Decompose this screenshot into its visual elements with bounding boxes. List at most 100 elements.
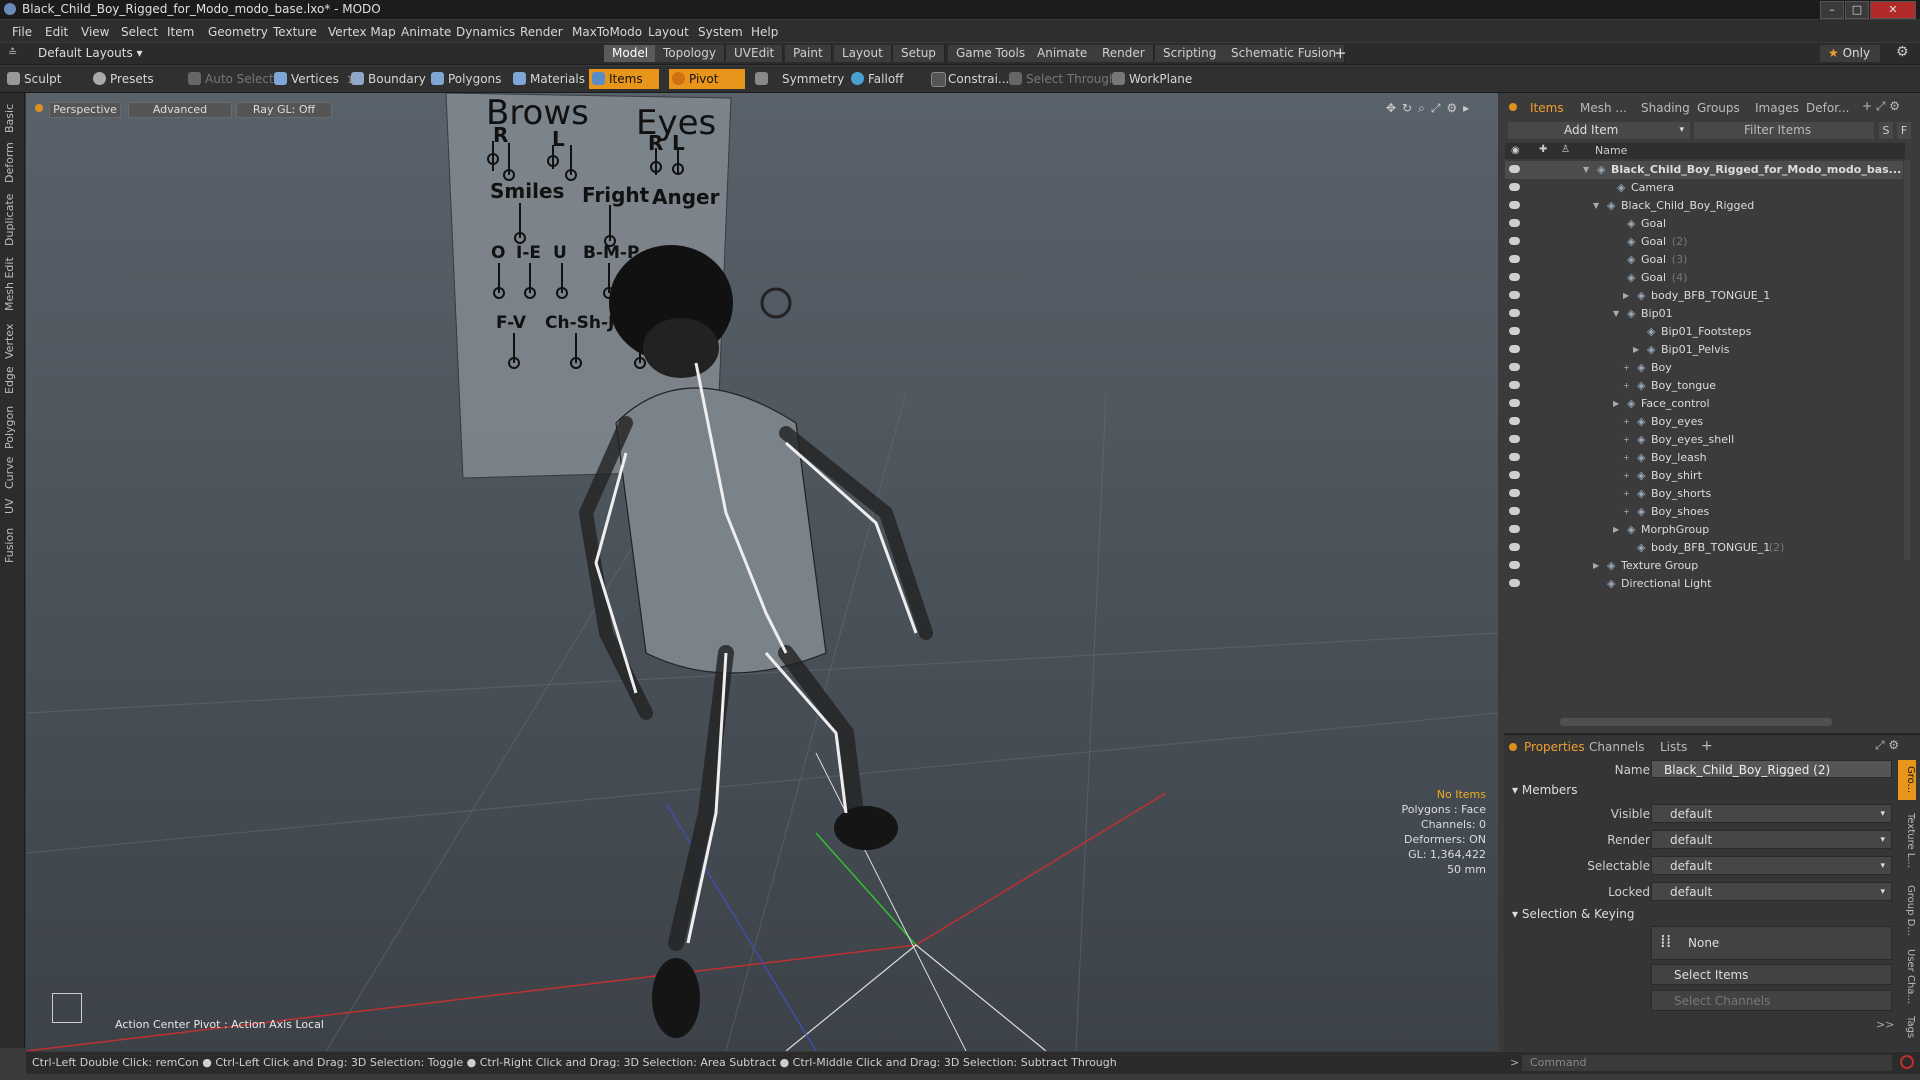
- 3d-viewport[interactable]: Brows Eyes R L R L Smiles Fright Anger O…: [26, 93, 1498, 1051]
- expand-arrow-icon[interactable]: +: [1623, 467, 1630, 485]
- auto-select-button[interactable]: Auto Select: [185, 69, 280, 89]
- eye-icon[interactable]: [1509, 363, 1520, 371]
- left-tab-uv[interactable]: UV: [3, 496, 19, 516]
- tree-row[interactable]: ▶ ◈ MorphGroup: [1505, 521, 1903, 539]
- polygons-button[interactable]: Polygons: [428, 69, 507, 89]
- minimize-icon[interactable]: –: [1820, 1, 1844, 19]
- tree-row[interactable]: ◈ body_BFB_TONGUE_1 (2): [1505, 539, 1903, 557]
- expand-arrow-icon[interactable]: ▼: [1593, 197, 1599, 215]
- left-tab-duplicate[interactable]: Duplicate: [3, 193, 19, 247]
- tab-schematic-fusion[interactable]: Schematic Fusion: [1223, 45, 1346, 62]
- menu-geometry[interactable]: Geometry: [208, 25, 268, 39]
- tree-row[interactable]: ▼ ◈ Black_Child_Boy_Rigged: [1505, 197, 1903, 215]
- tab-deformers[interactable]: Defor...: [1806, 101, 1849, 115]
- falloff-button[interactable]: Falloff: [848, 69, 909, 89]
- sculpt-button[interactable]: Sculpt: [4, 69, 67, 89]
- tree-row[interactable]: ◈ Goal (3): [1505, 251, 1903, 269]
- eye-icon[interactable]: [1509, 273, 1520, 281]
- side-tab-group[interactable]: Gro...: [1898, 760, 1916, 800]
- eye-icon[interactable]: [1509, 561, 1520, 569]
- presets-button[interactable]: Presets: [90, 69, 160, 89]
- render-dropdown[interactable]: default ▾: [1651, 830, 1892, 849]
- selectable-dropdown[interactable]: default ▾: [1651, 856, 1892, 875]
- left-tab-basic[interactable]: Basic: [3, 103, 19, 133]
- eye-icon[interactable]: [1509, 507, 1520, 515]
- menu-animate[interactable]: Animate: [401, 25, 451, 39]
- expand-arrow-icon[interactable]: ▶: [1593, 557, 1599, 575]
- only-toggle[interactable]: ★ Only: [1820, 45, 1880, 62]
- eye-icon[interactable]: [1509, 525, 1520, 533]
- select-channels-button[interactable]: Select Channels: [1651, 990, 1892, 1011]
- tree-row[interactable]: + ◈ Boy_eyes: [1505, 413, 1903, 431]
- tab-topology[interactable]: Topology: [655, 45, 725, 62]
- close-icon[interactable]: ✕: [1870, 1, 1916, 19]
- eye-icon[interactable]: [1509, 309, 1520, 317]
- tree-row[interactable]: + ◈ Boy_shoes: [1505, 503, 1903, 521]
- menu-help[interactable]: Help: [751, 25, 778, 39]
- left-tab-vertex[interactable]: Vertex: [3, 321, 19, 361]
- constraints-button[interactable]: Constrai...: [928, 69, 1015, 89]
- tab-layout[interactable]: Layout: [834, 45, 892, 62]
- tree-row[interactable]: ▶ ◈ Face_control: [1505, 395, 1903, 413]
- name-field[interactable]: Black_Child_Boy_Rigged (2): [1651, 760, 1892, 778]
- expand-arrow-icon[interactable]: +: [1623, 359, 1630, 377]
- viewport-nav-icons[interactable]: ✥↻⌕⤢⚙▸: [1386, 101, 1475, 116]
- raygl-dropdown[interactable]: Ray GL: Off: [236, 102, 332, 118]
- expand-arrow-icon[interactable]: ▶: [1623, 287, 1629, 305]
- left-tab-fusion[interactable]: Fusion: [3, 525, 19, 565]
- eye-icon[interactable]: [1509, 381, 1520, 389]
- side-tab-texture[interactable]: Texture L...: [1898, 805, 1916, 875]
- eye-icon[interactable]: [1509, 417, 1520, 425]
- menu-system[interactable]: System: [698, 25, 743, 39]
- menu-edit[interactable]: Edit: [45, 25, 68, 39]
- expand-arrow-icon[interactable]: +: [1623, 449, 1630, 467]
- menu-item[interactable]: Item: [167, 25, 194, 39]
- tab-lists[interactable]: Lists: [1660, 740, 1687, 754]
- eye-icon[interactable]: [1509, 291, 1520, 299]
- items-vertical-scrollbar[interactable]: [1904, 160, 1910, 560]
- eye-icon[interactable]: [1509, 543, 1520, 551]
- tree-row[interactable]: + ◈ Boy_eyes_shell: [1505, 431, 1903, 449]
- layout-preset-dropdown[interactable]: Default Layouts ▾: [38, 46, 143, 60]
- tab-images[interactable]: Images: [1755, 101, 1799, 115]
- tree-row[interactable]: ◈ Goal (4): [1505, 269, 1903, 287]
- maximize-icon[interactable]: □: [1845, 1, 1869, 19]
- expand-arrow-icon[interactable]: +: [1623, 503, 1630, 521]
- left-tab-polygon[interactable]: Polygon: [3, 403, 19, 451]
- add-tab-button[interactable]: +: [1334, 44, 1347, 62]
- eye-icon[interactable]: [1509, 579, 1520, 587]
- more-button[interactable]: >>: [1876, 1018, 1894, 1031]
- tree-row[interactable]: ◈ Goal (2): [1505, 233, 1903, 251]
- eye-icon[interactable]: [1509, 435, 1520, 443]
- left-tab-mesh-edit[interactable]: Mesh Edit: [3, 257, 19, 311]
- members-section[interactable]: ▾ Members: [1512, 783, 1577, 797]
- tab-properties[interactable]: Properties: [1524, 740, 1585, 754]
- eye-icon[interactable]: [1509, 327, 1520, 335]
- left-tab-deform[interactable]: Deform: [3, 142, 19, 183]
- expand-arrow-icon[interactable]: ▼: [1583, 161, 1589, 179]
- tree-row[interactable]: + ◈ Boy: [1505, 359, 1903, 377]
- tab-groups[interactable]: Groups: [1697, 101, 1740, 115]
- shading-dropdown[interactable]: Advanced: [128, 102, 232, 118]
- menu-vertex-map[interactable]: Vertex Map: [328, 25, 396, 39]
- menu-view[interactable]: View: [81, 25, 109, 39]
- expand-arrow-icon[interactable]: ▶: [1633, 341, 1639, 359]
- tree-row[interactable]: ▶ ◈ body_BFB_TONGUE_1: [1505, 287, 1903, 305]
- tree-row[interactable]: ▼ ◈ Bip01: [1505, 305, 1903, 323]
- menu-dynamics[interactable]: Dynamics: [456, 25, 515, 39]
- boundary-button[interactable]: Boundary: [348, 69, 432, 89]
- keying-none-button[interactable]: ⁞⁞ None: [1651, 926, 1892, 960]
- properties-controls-icon[interactable]: ⤢ ⚙: [1875, 738, 1899, 753]
- expand-arrow-icon[interactable]: +: [1623, 413, 1630, 431]
- command-input[interactable]: Command: [1522, 1055, 1892, 1071]
- tab-render[interactable]: Render: [1094, 45, 1154, 62]
- eye-icon[interactable]: [1509, 201, 1520, 209]
- menu-texture[interactable]: Texture: [273, 25, 317, 39]
- eye-icon[interactable]: [1509, 237, 1520, 245]
- materials-button[interactable]: Materials: [510, 69, 591, 89]
- selection-keying-section[interactable]: ▾ Selection & Keying: [1512, 907, 1634, 921]
- tab-scripting[interactable]: Scripting: [1155, 45, 1226, 62]
- left-tab-edge[interactable]: Edge: [3, 363, 19, 397]
- select-items-button[interactable]: Select Items: [1651, 964, 1892, 985]
- tab-setup[interactable]: Setup: [893, 45, 945, 62]
